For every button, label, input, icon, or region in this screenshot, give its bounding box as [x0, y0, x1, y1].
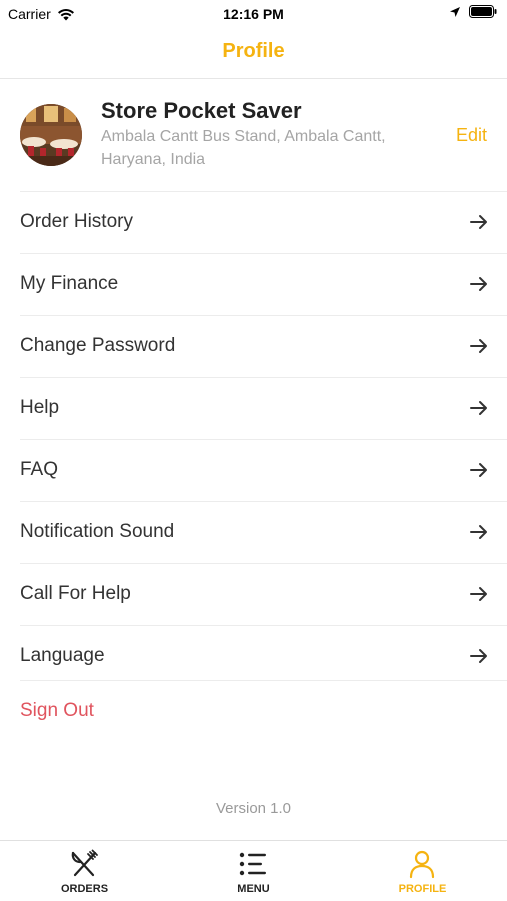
tab-orders[interactable]: ORDERS — [0, 841, 169, 901]
location-arrow-icon — [450, 6, 460, 17]
menu-item-label: Call For Help — [20, 583, 131, 604]
sign-out-label: Sign Out — [20, 700, 94, 721]
menu-item-label: Help — [20, 397, 60, 418]
navigation-bar: Profile — [0, 28, 507, 79]
tab-label: PROFILE — [398, 883, 447, 895]
arrow-right-icon — [470, 339, 487, 353]
menu-item-label: Notification Sound — [20, 521, 175, 542]
app-version: Version 1.0 — [215, 800, 292, 817]
menu-item-change-password[interactable]: Change Password — [20, 315, 507, 377]
arrow-right-icon — [470, 277, 487, 291]
arrow-right-icon — [470, 649, 487, 663]
menu-item-help[interactable]: Help — [20, 377, 507, 439]
menu-item-label: Order History — [20, 211, 133, 232]
tab-label: MENU — [237, 883, 270, 895]
menu-item-my-finance[interactable]: My Finance — [20, 253, 507, 315]
profile-menu: Order History My Finance Change Password… — [20, 191, 507, 687]
page-title: Profile — [222, 40, 285, 62]
clock: 12:16 PM — [223, 6, 284, 22]
menu-item-label: My Finance — [20, 273, 119, 294]
menu-item-call-for-help[interactable]: Call For Help — [20, 563, 507, 625]
store-avatar — [20, 104, 82, 166]
tab-label: ORDERS — [60, 883, 109, 895]
store-name: Store Pocket Saver — [101, 98, 302, 123]
tab-profile[interactable]: PROFILE — [338, 841, 507, 901]
arrow-right-icon — [470, 525, 487, 539]
person-icon — [409, 850, 435, 879]
menu-item-label: Change Password — [20, 335, 176, 356]
menu-item-label: FAQ — [20, 459, 59, 480]
menu-item-order-history[interactable]: Order History — [20, 191, 507, 253]
arrow-right-icon — [470, 215, 487, 229]
menu-item-label: Language — [20, 645, 105, 666]
battery-icon — [469, 5, 497, 18]
arrow-right-icon — [470, 587, 487, 601]
sign-out-button[interactable]: Sign Out — [20, 680, 507, 742]
status-bar: Carrier 12:16 PM — [0, 0, 507, 28]
arrow-right-icon — [470, 463, 487, 477]
menu-item-notification-sound[interactable]: Notification Sound — [20, 501, 507, 563]
arrow-right-icon — [470, 401, 487, 415]
fork-knife-icon — [71, 849, 98, 877]
menu-item-language[interactable]: Language — [20, 625, 507, 687]
list-icon — [239, 852, 266, 876]
menu-item-faq[interactable]: FAQ — [20, 439, 507, 501]
store-photo — [20, 104, 82, 166]
store-address: Ambala Cantt Bus Stand, Ambala Cantt, Ha… — [101, 128, 386, 168]
tab-menu[interactable]: MENU — [169, 841, 338, 901]
profile-header: Store Pocket Saver Ambala Cantt Bus Stan… — [0, 90, 507, 190]
tab-bar: ORDERS MENU PROFILE — [0, 840, 507, 901]
status-right — [449, 5, 497, 18]
edit-profile-button[interactable]: Edit — [456, 125, 487, 146]
